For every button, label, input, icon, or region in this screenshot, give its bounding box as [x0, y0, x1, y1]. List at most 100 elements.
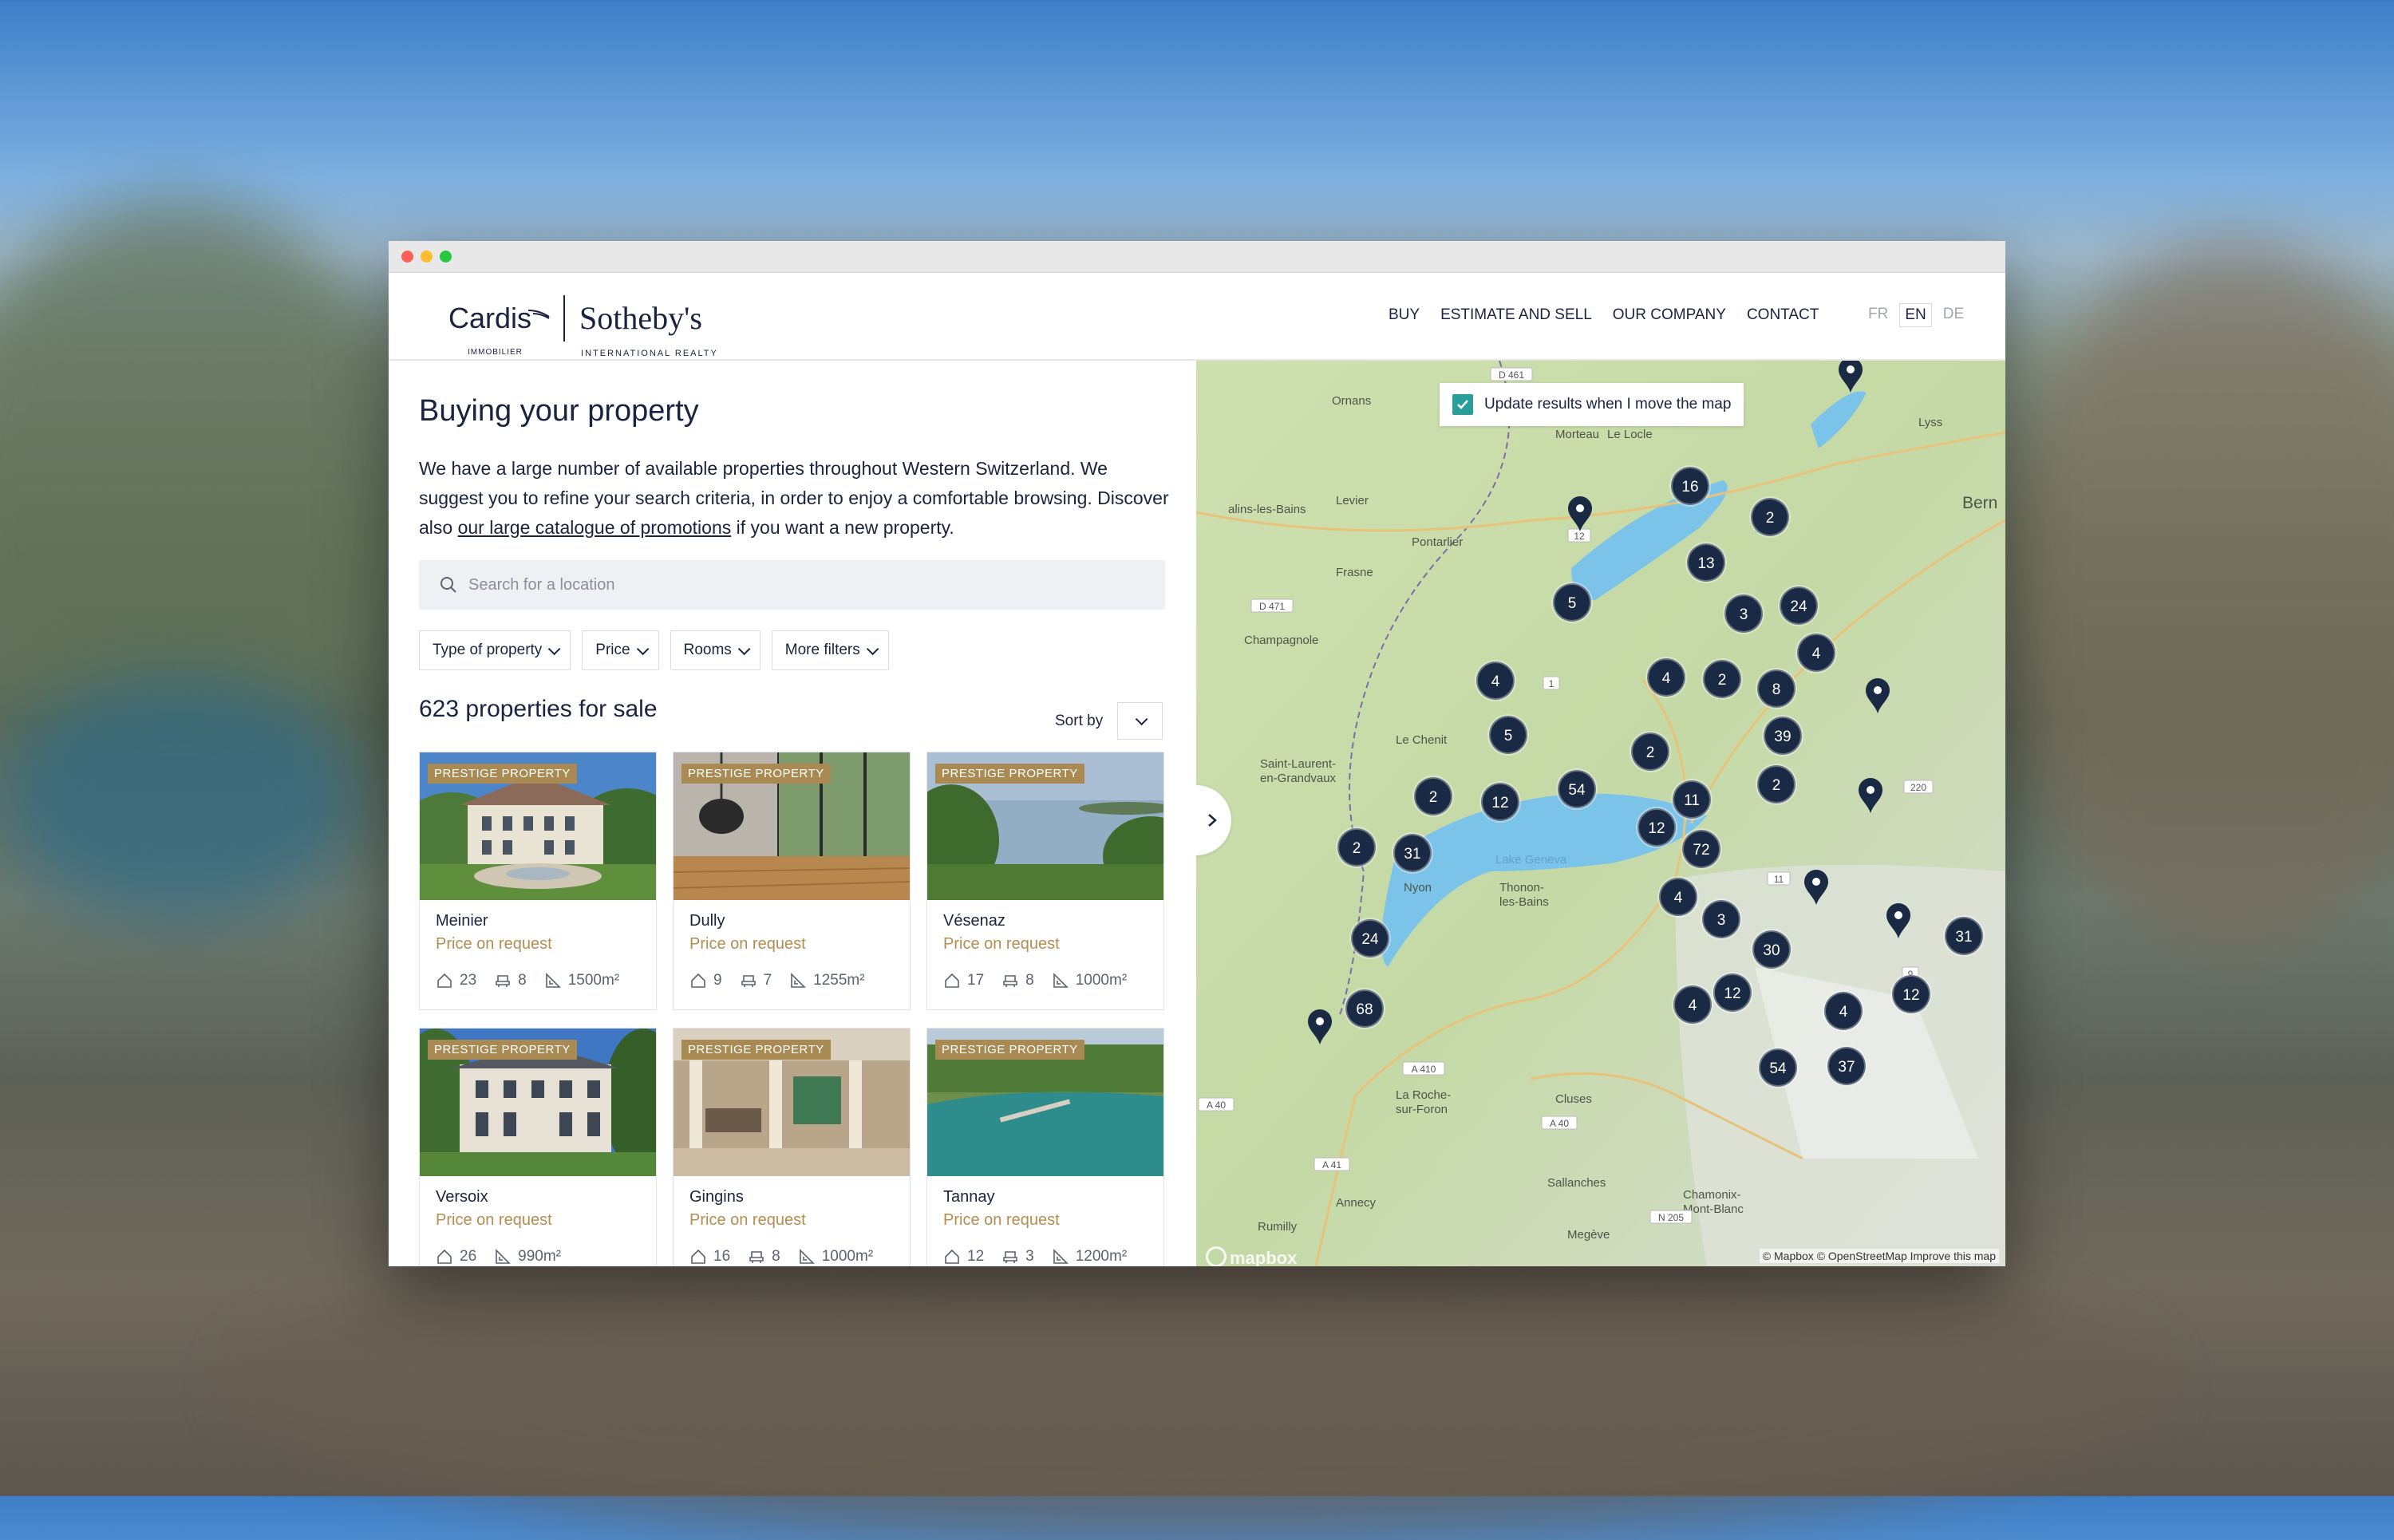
- site-logo[interactable]: Cardis IMMOBILIER Sotheby's INTERNATIONAL …: [448, 290, 717, 358]
- minimize-window-button[interactable]: [421, 251, 433, 263]
- map-cluster-count: 13: [1697, 555, 1714, 572]
- close-window-button[interactable]: [401, 251, 413, 263]
- property-card[interactable]: PRESTIGE PROPERTY Tannay Price on reques…: [926, 1028, 1164, 1266]
- type-of-property-filter[interactable]: Type of property: [419, 630, 571, 670]
- area-icon: [1053, 973, 1069, 988]
- map-cluster-count: 4: [1839, 1004, 1848, 1021]
- area-icon: [496, 1249, 512, 1264]
- listing-panel: Buying your property We have a large num…: [389, 361, 1195, 1266]
- map-attribution[interactable]: © Mapbox © OpenStreetMap Improve this ma…: [1759, 1249, 1999, 1263]
- map-place-label: sur-Foron: [1396, 1103, 1448, 1116]
- background-blur: [239, 1237, 2155, 1540]
- property-stats: 26 990m²: [436, 1248, 561, 1266]
- language-switcher: FR EN DE: [1863, 303, 1969, 327]
- nav-estimate-and-sell[interactable]: ESTIMATE AND SELL: [1440, 306, 1592, 324]
- property-card[interactable]: PRESTIGE PROPERTY Meinier Price on reque…: [419, 752, 657, 1010]
- property-price: Price on request: [943, 1211, 1060, 1229]
- checkmark-icon: [1457, 400, 1468, 409]
- rooms-filter[interactable]: Rooms: [670, 630, 760, 670]
- location-search-input[interactable]: [467, 575, 1148, 595]
- update-results-checkbox[interactable]: [1452, 394, 1473, 415]
- map-pin-dot: [1867, 786, 1875, 794]
- mapbox-logo[interactable]: mapbox: [1206, 1246, 1297, 1266]
- map-cluster-count: 12: [1724, 985, 1740, 1002]
- property-name: Meinier: [436, 912, 488, 930]
- map-cluster-count: 12: [1491, 795, 1508, 811]
- road-label: A 40: [1207, 1100, 1226, 1111]
- map-place-label: Frasne: [1336, 566, 1373, 579]
- property-map[interactable]: Ornans Morteau Le Locle Levier Pontarlier Fra…: [1196, 361, 2005, 1266]
- property-name: Versoix: [436, 1188, 488, 1206]
- bathroom-icon: [1003, 975, 1017, 987]
- intro-text: We have a large number of available prop…: [419, 454, 1169, 543]
- road-label: 220: [1910, 782, 1926, 793]
- property-card[interactable]: PRESTIGE PROPERTY Vésenaz Price on reque…: [926, 752, 1164, 1010]
- nav-our-company[interactable]: OUR COMPANY: [1613, 306, 1726, 324]
- chevron-down-icon: [636, 642, 649, 655]
- type-filter-label: Type of property: [433, 642, 543, 658]
- map-cluster-count: 54: [1769, 1060, 1787, 1077]
- map-place-label: Lyss: [1918, 416, 1942, 429]
- property-price: Price on request: [436, 1211, 552, 1229]
- property-card[interactable]: PRESTIGE PROPERTY Gingins Price on reque…: [673, 1028, 911, 1266]
- map-place-label: Le Locle: [1607, 428, 1653, 441]
- bathroom-icon: [1003, 1251, 1017, 1263]
- property-photo: PRESTIGE PROPERTY: [927, 752, 1163, 900]
- map-cluster-count: 2: [1353, 840, 1361, 857]
- mapbox-logo-text: mapbox: [1230, 1248, 1298, 1266]
- lang-de[interactable]: DE: [1938, 303, 1969, 327]
- map-place-label: Saint-Laurent-: [1260, 757, 1336, 771]
- area-icon: [799, 1249, 815, 1264]
- cardis-swoosh-icon: [528, 310, 550, 319]
- prestige-badge: PRESTIGE PROPERTY: [681, 764, 831, 784]
- map-cluster-count: 4: [1662, 670, 1671, 687]
- rooms-filter-label: Rooms: [683, 642, 732, 658]
- filter-bar: Type of property Price Rooms More filter…: [419, 630, 889, 670]
- map-place-label: Chamonix-: [1683, 1188, 1741, 1202]
- promotions-link[interactable]: our large catalogue of promotions: [458, 517, 732, 538]
- lang-en[interactable]: EN: [1899, 303, 1932, 327]
- map-pin-dot: [1894, 911, 1902, 919]
- home-icon: [437, 973, 452, 988]
- more-filters-label: More filters: [784, 642, 860, 658]
- background-blur: [0, 199, 415, 758]
- map-place-label: alins-les-Bains: [1228, 503, 1306, 516]
- location-search: [419, 560, 1165, 610]
- update-results-toggle[interactable]: Update results when I move the map: [1440, 383, 1744, 426]
- area-icon: [545, 973, 561, 988]
- lang-fr[interactable]: FR: [1863, 303, 1893, 327]
- area-value: 1200m²: [1075, 1248, 1128, 1265]
- bathroom-icon: [496, 975, 510, 987]
- sothebys-wordmark: Sotheby's: [579, 300, 702, 336]
- property-stats: 9 7 1255m²: [689, 972, 865, 989]
- more-filters-button[interactable]: More filters: [771, 630, 889, 670]
- rooms-count: 17: [967, 972, 985, 989]
- property-card[interactable]: PRESTIGE PROPERTY Dully Price on request…: [673, 752, 911, 1010]
- map-place-label: Pontarlier: [1412, 535, 1463, 549]
- property-photo: PRESTIGE PROPERTY: [674, 1029, 910, 1176]
- property-name: Gingins: [689, 1188, 744, 1206]
- zoom-window-button[interactable]: [440, 251, 452, 263]
- prestige-badge: PRESTIGE PROPERTY: [935, 764, 1084, 784]
- nav-contact[interactable]: CONTACT: [1747, 306, 1819, 324]
- map-cluster-count: 4: [1491, 673, 1500, 690]
- background-blur: [1995, 239, 2394, 958]
- map-cluster-count: 31: [1404, 846, 1420, 863]
- property-name: Dully: [689, 912, 725, 930]
- bathroom-icon: [741, 975, 756, 987]
- map-cluster-count: 2: [1772, 777, 1781, 794]
- road-label: 1: [1549, 678, 1555, 689]
- rooms-count: 12: [967, 1248, 985, 1265]
- price-filter[interactable]: Price: [582, 630, 659, 670]
- map-canvas[interactable]: Ornans Morteau Le Locle Levier Pontarlier Fra…: [1196, 361, 2005, 1266]
- map-place-label: La Roche-: [1396, 1088, 1451, 1102]
- home-icon: [945, 973, 959, 988]
- property-price: Price on request: [943, 935, 1060, 953]
- property-price: Price on request: [689, 935, 806, 953]
- property-name: Vésenaz: [943, 912, 1005, 930]
- sort-dropdown[interactable]: [1117, 702, 1163, 740]
- baths-count: 8: [518, 972, 527, 989]
- property-card[interactable]: PRESTIGE PROPERTY Versoix Price on reque…: [419, 1028, 657, 1266]
- nav-buy[interactable]: BUY: [1389, 306, 1420, 324]
- cardis-wordmark: Cardis: [448, 302, 532, 334]
